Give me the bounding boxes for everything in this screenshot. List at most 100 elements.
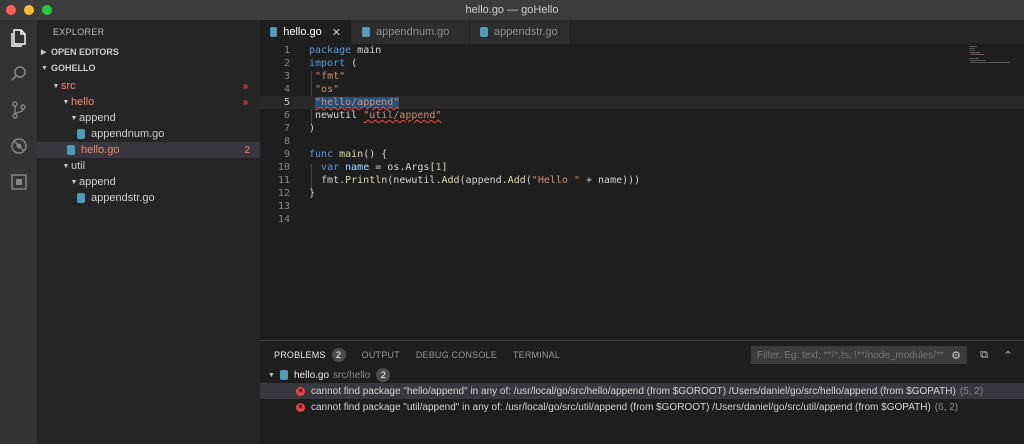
chevron-down-icon: ▼ [52, 82, 60, 90]
tree-file-hello-go[interactable]: hello.go 2 [37, 142, 260, 158]
problem-row[interactable]: ✕ cannot find package "util/append" in a… [260, 399, 1024, 415]
line-number: 8 [283, 136, 290, 147]
tab-label: hello.go [283, 26, 322, 38]
tree-label: src [61, 80, 76, 92]
tree-folder-hello[interactable]: ▼ hello [37, 94, 260, 110]
project-section[interactable]: ▼ GOHELLO [37, 60, 260, 76]
problem-message: cannot find package "hello/append" in an… [311, 385, 956, 397]
line-number: 13 [277, 201, 290, 212]
activity-bar [0, 20, 37, 444]
source-control-icon[interactable] [0, 92, 37, 128]
tree-folder-util[interactable]: ▼ util [37, 158, 260, 174]
go-file-icon [67, 145, 75, 155]
tab-output[interactable]: OUTPUT [362, 350, 400, 360]
tree-file-appendnum[interactable]: appendnum.go [37, 126, 260, 142]
line-number: 3 [283, 71, 290, 82]
window-title: hello.go — goHello [465, 4, 559, 16]
tab-debug-console[interactable]: DEBUG CONSOLE [416, 350, 497, 360]
tab-terminal[interactable]: TERMINAL [513, 350, 560, 360]
code-line: 7 ) [260, 122, 1024, 135]
chevron-down-icon: ▼ [62, 98, 70, 106]
error-dot-icon [243, 83, 248, 89]
code-editor[interactable]: 1 package main 2 import ( 3 "fmt" 4 "os"… [260, 44, 1024, 340]
tab-label: PROBLEMS [274, 350, 326, 360]
problem-location: (5, 2) [959, 385, 984, 397]
code-line: 1 package main [260, 44, 1024, 57]
title-bar: hello.go — goHello [0, 0, 1024, 20]
tree-folder-append[interactable]: ▼ append [37, 110, 260, 126]
explorer-title: EXPLORER [53, 27, 105, 37]
tab-hello-go[interactable]: hello.go ✕ [260, 20, 352, 44]
collapse-all-icon[interactable]: ⧉ [976, 347, 992, 363]
chevron-down-icon: ▼ [70, 114, 78, 122]
line-number: 14 [277, 214, 290, 225]
minimap[interactable] [964, 44, 1024, 74]
chevron-down-icon: ▼ [41, 64, 48, 72]
section-label: GOHELLO [51, 63, 96, 73]
tree-folder-src[interactable]: ▼ src [37, 78, 260, 94]
tab-label: OUTPUT [361, 350, 400, 360]
error-icon: ✕ [296, 386, 305, 396]
problems-count-badge: 2 [331, 348, 346, 362]
filter-settings-icon[interactable]: ⚙ [948, 347, 964, 363]
code-line: 11 fmt.Println(newutil.Add(append.Add("H… [260, 174, 1024, 187]
go-file-icon [270, 27, 278, 37]
chevron-up-icon[interactable]: ⌃ [1000, 347, 1016, 363]
debug-icon[interactable] [0, 128, 37, 164]
problem-file-group[interactable]: ▼ hello.go src/hello 2 [260, 367, 1024, 383]
go-file-icon [77, 129, 85, 139]
explorer-sidebar: EXPLORER ▶ OPEN EDITORS ▼ GOHELLO ▼ src … [37, 20, 260, 444]
tree-folder-append[interactable]: ▼ append [37, 174, 260, 190]
tree-label: hello [71, 96, 95, 108]
tab-label: DEBUG CONSOLE [415, 350, 497, 360]
line-number: 4 [283, 84, 290, 95]
tree-file-appendstr[interactable]: appendstr.go [37, 190, 260, 206]
code-line: 3 "fmt" [260, 70, 1024, 83]
files-icon[interactable] [0, 20, 37, 56]
problem-file-name: hello.go [294, 369, 330, 381]
maximize-window-button[interactable] [42, 5, 52, 15]
open-editors-section[interactable]: ▶ OPEN EDITORS [37, 44, 260, 60]
editor-tabs: hello.go ✕ appendnum.go appendstr.go [260, 20, 1024, 44]
code-line: 13 [260, 200, 1024, 213]
tree-label: appendnum.go [91, 128, 165, 140]
tree-label: append [79, 112, 116, 124]
error-dot-icon [243, 99, 248, 105]
problem-row[interactable]: ✕ cannot find package "hello/append" in … [260, 383, 1024, 399]
bottom-panel: PROBLEMS 2 OUTPUT DEBUG CONSOLE TERMINAL… [260, 340, 1024, 444]
search-icon[interactable] [0, 56, 37, 92]
chevron-right-icon: ▶ [41, 49, 47, 56]
line-number: 1 [283, 45, 290, 56]
line-number: 2 [283, 58, 290, 69]
problem-file-path: src/hello [333, 369, 371, 381]
chevron-down-icon: ▼ [268, 371, 275, 379]
tree-label: util [71, 160, 86, 172]
tab-appendnum-go[interactable]: appendnum.go [352, 20, 470, 44]
window-controls [6, 5, 52, 15]
code-line: 8 [260, 135, 1024, 148]
code-line-current: 5 "hello/append" [260, 96, 1024, 109]
close-window-button[interactable] [6, 5, 16, 15]
problem-file-count: 2 [376, 368, 391, 382]
code-line: 14 [260, 213, 1024, 226]
go-file-icon [77, 193, 85, 203]
tree-label: hello.go [81, 144, 120, 156]
tab-problems[interactable]: PROBLEMS 2 [274, 348, 346, 362]
minimize-window-button[interactable] [24, 5, 34, 15]
line-number: 6 [283, 110, 290, 121]
problem-count-badge: 2 [244, 144, 250, 156]
tree-label: append [79, 176, 116, 188]
tab-label: appendnum.go [376, 26, 450, 38]
problem-message: cannot find package "util/append" in any… [311, 401, 931, 413]
code-line: 10 var name = os.Args[1] [260, 161, 1024, 174]
close-icon[interactable]: ✕ [332, 26, 341, 39]
tab-label: TERMINAL [512, 350, 561, 360]
code-line: 4 "os" [260, 83, 1024, 96]
problems-filter-input[interactable] [751, 346, 967, 364]
line-number: 5 [283, 97, 290, 108]
line-number: 7 [283, 123, 290, 134]
code-line: 12 } [260, 187, 1024, 200]
tab-appendstr-go[interactable]: appendstr.go [470, 20, 570, 44]
line-number: 11 [277, 175, 290, 186]
extensions-icon[interactable] [0, 164, 37, 200]
